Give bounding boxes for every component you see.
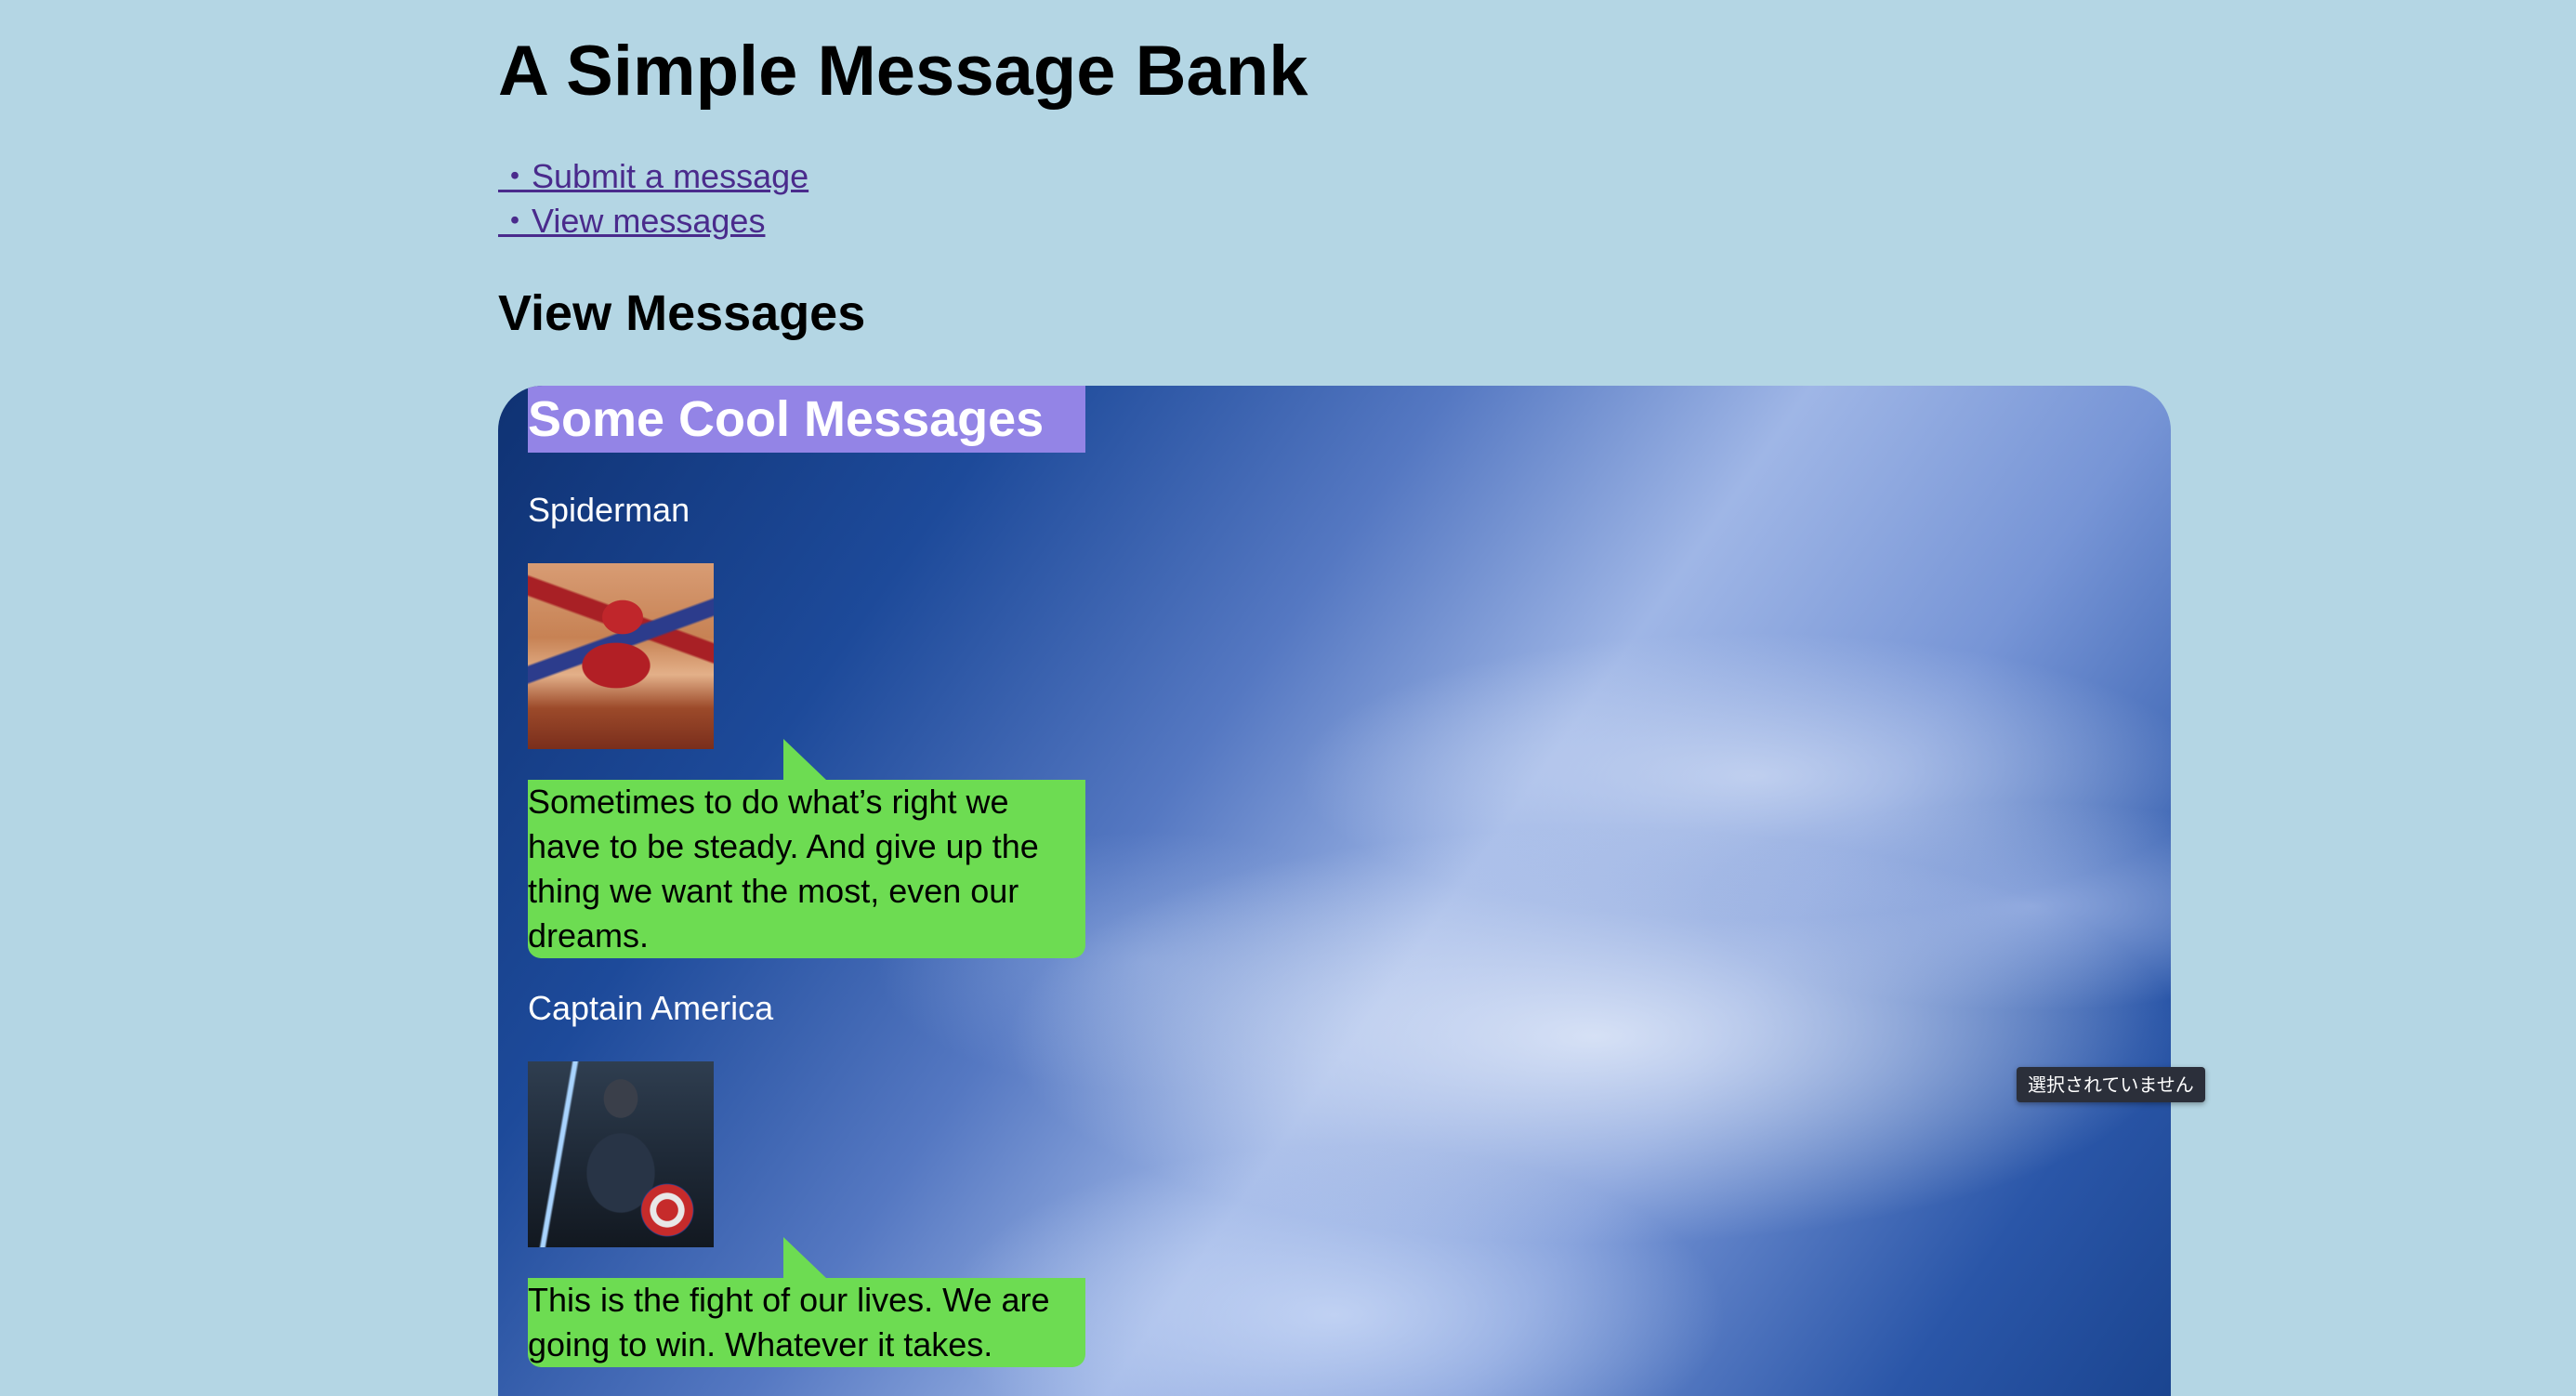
section-title: View Messages: [498, 285, 866, 341]
message-author: Captain America: [528, 989, 774, 1027]
captain-america-avatar-image: [528, 1061, 714, 1247]
page: A Simple Message Bank ・Submit a message …: [0, 0, 2576, 1396]
submit-message-link[interactable]: ・Submit a message: [498, 154, 808, 199]
message-panel: Some Cool Messages Spiderman Sometimes t…: [498, 386, 2171, 1396]
spiderman-avatar-image: [528, 563, 714, 749]
nav-links: ・Submit a message ・View messages: [498, 154, 808, 244]
panel-title: Some Cool Messages: [528, 386, 1085, 453]
message-author: Spiderman: [528, 491, 690, 529]
view-messages-link[interactable]: ・View messages: [498, 199, 808, 244]
message-bubble: Sometimes to do what’s right we have to …: [528, 739, 1085, 958]
message-bubble: This is the fight of our lives. We are g…: [528, 1237, 1085, 1367]
tooltip: 選択されていません: [2017, 1067, 2205, 1102]
page-title: A Simple Message Bank: [498, 32, 1308, 111]
